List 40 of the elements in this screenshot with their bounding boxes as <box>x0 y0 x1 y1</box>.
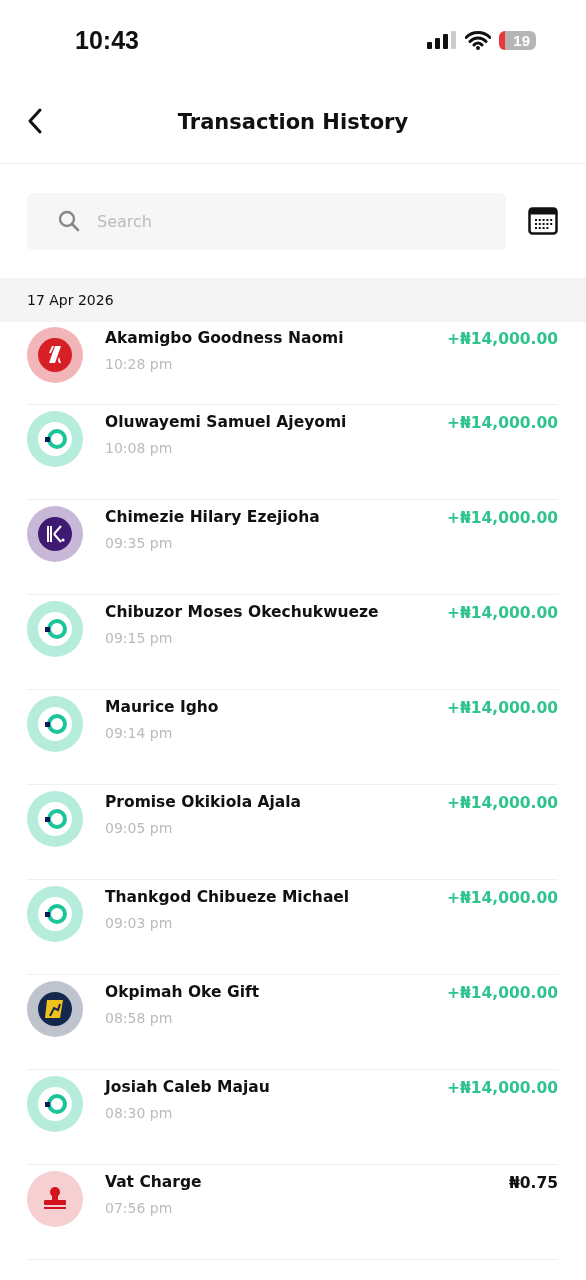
transaction-time: 09:05 pm <box>105 820 174 836</box>
page-title: Transaction History <box>177 109 409 134</box>
transaction-time: 07:56 pm <box>105 1200 174 1216</box>
battery-indicator: 19 <box>499 30 536 50</box>
transaction-amount: +₦14,000.00 <box>446 413 558 432</box>
transaction-name: Maurice Igho <box>105 698 220 716</box>
status-time: 10:43 <box>75 25 139 55</box>
back-icon[interactable] <box>27 108 43 134</box>
transaction-time: 09:15 pm <box>105 630 174 646</box>
transaction-name: Okpimah Oke Gift <box>105 983 261 1001</box>
transaction-name: Thankgod Chibueze Michael <box>105 888 351 906</box>
transaction-name: Vat Charge <box>105 1173 203 1191</box>
transaction-amount: +₦14,000.00 <box>446 329 558 348</box>
wifi-icon <box>465 30 492 50</box>
transaction-amount: +₦14,000.00 <box>446 508 558 527</box>
calendar-icon[interactable] <box>528 207 558 235</box>
transaction-amount: +₦14,000.00 <box>446 983 558 1002</box>
search-field[interactable]: Search <box>27 192 506 250</box>
transaction-name: Chibuzor Moses Okechukwueze <box>105 603 380 621</box>
transaction-amount: +₦14,000.00 <box>446 793 558 812</box>
transaction-time: 09:14 pm <box>105 725 174 741</box>
transaction-time: 09:03 pm <box>105 915 174 931</box>
transaction-time: 10:08 pm <box>105 440 174 456</box>
transaction-name: Promise Okikiola Ajala <box>105 793 303 811</box>
transaction-time: 08:30 pm <box>105 1105 174 1121</box>
transaction-name: Chimezie Hilary Ezejioha <box>105 508 321 526</box>
transaction-amount: +₦14,000.00 <box>446 603 558 622</box>
transaction-name: Oluwayemi Samuel Ajeyomi <box>105 413 348 431</box>
transaction-time: 08:58 pm <box>105 1010 174 1026</box>
transaction-name: Akamigbo Goodness Naomi <box>105 329 345 347</box>
date-heading: 17 Apr 2026 <box>27 292 114 308</box>
transaction-amount: ₦0.75 <box>508 1173 558 1192</box>
transaction-time: 09:35 pm <box>105 535 174 551</box>
transaction-time: 10:28 pm <box>105 356 174 372</box>
transaction-amount: +₦14,000.00 <box>446 888 558 907</box>
transaction-amount: +₦14,000.00 <box>446 698 558 717</box>
transaction-name: Josiah Caleb Majau <box>105 1078 271 1096</box>
signal-icon <box>427 31 458 49</box>
search-icon <box>57 208 81 233</box>
transaction-amount: +₦14,000.00 <box>446 1078 558 1097</box>
